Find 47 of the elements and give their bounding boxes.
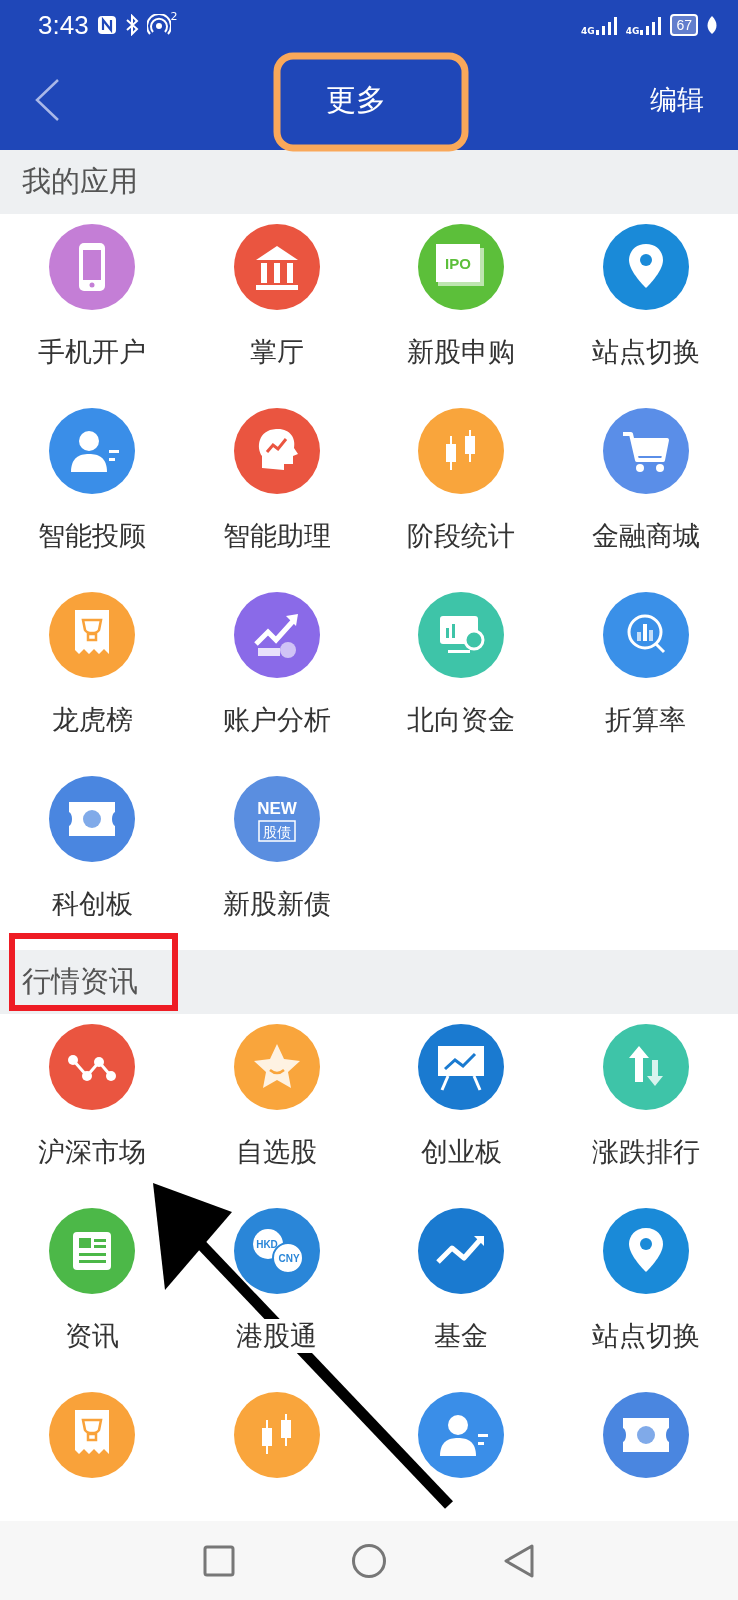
- person-icon[interactable]: [49, 408, 136, 494]
- ticket-icon[interactable]: [602, 1392, 689, 1478]
- location-pin-icon[interactable]: [602, 224, 689, 310]
- line-chart-icon[interactable]: [49, 1024, 136, 1110]
- bluetooth-icon: [124, 14, 139, 36]
- person-icon[interactable]: [418, 1392, 505, 1478]
- app-label: 新股新债: [222, 887, 331, 921]
- hotspot-icon: [146, 14, 171, 36]
- network-label: 4G: [625, 26, 640, 36]
- app-label: 站点切换: [591, 1319, 700, 1353]
- page-title: 更多: [326, 80, 386, 119]
- new-badge-icon[interactable]: NEW 股债: [233, 776, 320, 862]
- status-time: 3:43: [38, 9, 89, 41]
- hotspot-count-label: 2: [170, 10, 178, 23]
- recents-button[interactable]: [203, 1544, 235, 1577]
- up-down-arrows-icon[interactable]: [602, 1024, 689, 1110]
- battery-level: 67: [670, 14, 698, 36]
- head-icon[interactable]: [233, 408, 320, 494]
- app-label: 港股通: [236, 1319, 318, 1353]
- trophy-icon[interactable]: [49, 592, 136, 678]
- chart-search-icon[interactable]: [602, 592, 689, 678]
- bank-icon[interactable]: [233, 224, 320, 310]
- cart-icon[interactable]: [602, 408, 689, 494]
- location-pin-icon[interactable]: [602, 1208, 689, 1294]
- candlestick-icon[interactable]: [418, 408, 505, 494]
- nfc-icon: [96, 15, 117, 35]
- signal-icon: [640, 16, 663, 36]
- phone-icon[interactable]: [49, 224, 136, 310]
- certificate-icon[interactable]: IPO: [418, 224, 505, 310]
- app-label: 站点切换: [591, 335, 700, 369]
- newspaper-icon[interactable]: [49, 1208, 136, 1294]
- monitor-icon[interactable]: [418, 592, 505, 678]
- leaf-icon: [706, 15, 718, 35]
- signal-icon: [595, 16, 618, 36]
- presentation-board-icon[interactable]: [418, 1024, 505, 1110]
- growth-chart-icon[interactable]: [233, 592, 320, 678]
- back-nav-button[interactable]: [503, 1542, 535, 1579]
- candlestick-icon[interactable]: [233, 1392, 320, 1478]
- home-button[interactable]: [351, 1542, 387, 1579]
- currency-icon[interactable]: HKD CNY: [233, 1208, 320, 1294]
- network-label: 4G: [581, 26, 595, 36]
- section-title: 行情资讯: [22, 963, 138, 1000]
- edit-button[interactable]: 编辑: [650, 82, 704, 118]
- section-title: 我的应用: [22, 163, 138, 200]
- trophy-icon[interactable]: [49, 1392, 136, 1478]
- trend-icon[interactable]: [418, 1208, 505, 1294]
- ticket-icon[interactable]: [49, 776, 136, 862]
